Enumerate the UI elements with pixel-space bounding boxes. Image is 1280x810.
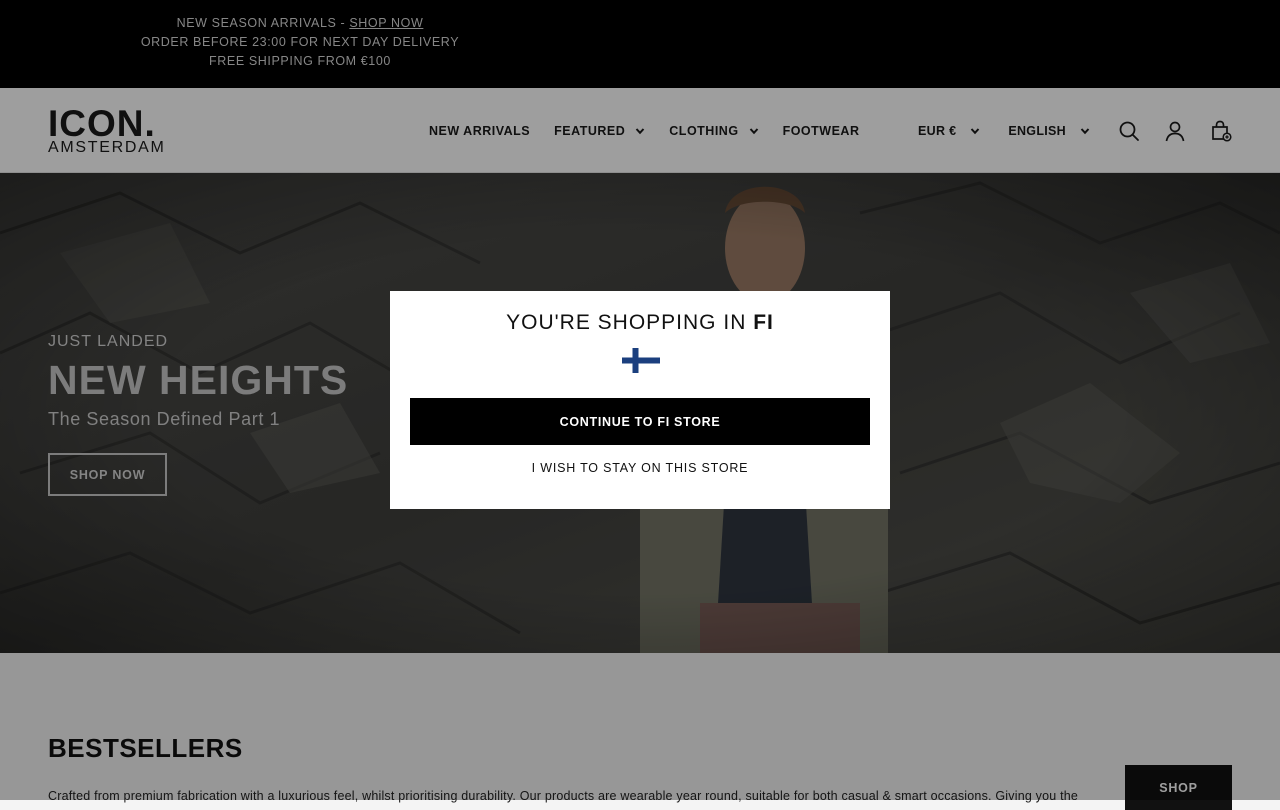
modal-title-prefix: YOU'RE SHOPPING IN [506, 311, 754, 334]
stay-on-store-link[interactable]: I WISH TO STAY ON THIS STORE [390, 461, 890, 475]
country-redirect-modal: YOU'RE SHOPPING IN FI CONTINUE TO FI STO… [390, 291, 890, 509]
finland-flag-icon [622, 348, 660, 373]
continue-to-store-button[interactable]: CONTINUE TO FI STORE [410, 398, 870, 445]
modal-title: YOU'RE SHOPPING IN FI [390, 311, 890, 335]
modal-title-country: FI [753, 311, 774, 334]
